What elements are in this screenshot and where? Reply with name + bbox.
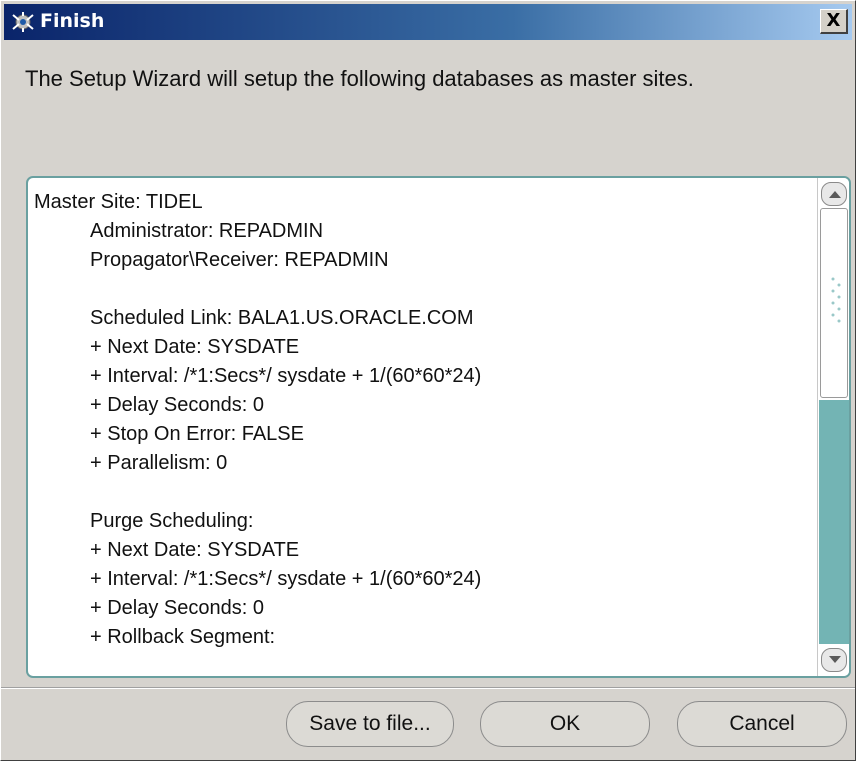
scroll-thumb[interactable] bbox=[820, 208, 848, 398]
title-bar[interactable]: Finish X bbox=[4, 4, 852, 40]
finish-dialog: Finish X The Setup Wizard will setup the… bbox=[0, 0, 856, 761]
summary-line: + Parallelism: 0 bbox=[90, 452, 228, 474]
summary-line: + Stop On Error: FALSE bbox=[90, 423, 304, 445]
grip-icon bbox=[831, 277, 841, 323]
button-divider bbox=[1, 687, 855, 689]
cancel-button[interactable]: Cancel bbox=[677, 701, 847, 747]
summary-line bbox=[34, 275, 812, 304]
summary-line: + Delay Seconds: 0 bbox=[90, 597, 264, 619]
summary-line bbox=[34, 478, 812, 507]
scroll-track[interactable] bbox=[819, 400, 849, 644]
summary-line: Scheduled Link: BALA1.US.ORACLE.COM bbox=[90, 307, 474, 329]
summary-line: Propagator\Receiver: REPADMIN bbox=[90, 249, 389, 271]
save-to-file-button[interactable]: Save to file... bbox=[286, 701, 454, 747]
summary-line: Purge Scheduling: bbox=[90, 510, 254, 532]
vertical-scrollbar[interactable] bbox=[817, 178, 849, 676]
summary-line: + Interval: /*1:Secs*/ sysdate + 1/(60*6… bbox=[90, 568, 482, 590]
scroll-up-button[interactable] bbox=[821, 182, 847, 206]
summary-line: Master Site: TIDEL bbox=[34, 191, 203, 213]
summary-text-area[interactable]: Master Site: TIDEL Administrator: REPADMI… bbox=[26, 176, 851, 678]
summary-line: + Next Date: SYSDATE bbox=[90, 336, 300, 358]
summary-line: + Rollback Segment: bbox=[90, 626, 276, 648]
chevron-down-icon bbox=[829, 656, 841, 663]
summary-line: + Next Date: SYSDATE bbox=[90, 539, 300, 561]
summary-line: + Interval: /*1:Secs*/ sysdate + 1/(60*6… bbox=[90, 365, 482, 387]
intro-text: The Setup Wizard will setup the followin… bbox=[25, 66, 694, 91]
scroll-down-button[interactable] bbox=[821, 648, 847, 672]
chevron-up-icon bbox=[829, 191, 841, 198]
summary-line: + Delay Seconds: 0 bbox=[90, 394, 264, 416]
window-title: Finish bbox=[40, 10, 105, 32]
summary-line: Administrator: REPADMIN bbox=[90, 220, 324, 242]
wizard-icon bbox=[10, 11, 36, 33]
ok-button[interactable]: OK bbox=[480, 701, 650, 747]
summary-content: Master Site: TIDEL Administrator: REPADMI… bbox=[34, 188, 812, 652]
close-button[interactable]: X bbox=[820, 9, 848, 34]
